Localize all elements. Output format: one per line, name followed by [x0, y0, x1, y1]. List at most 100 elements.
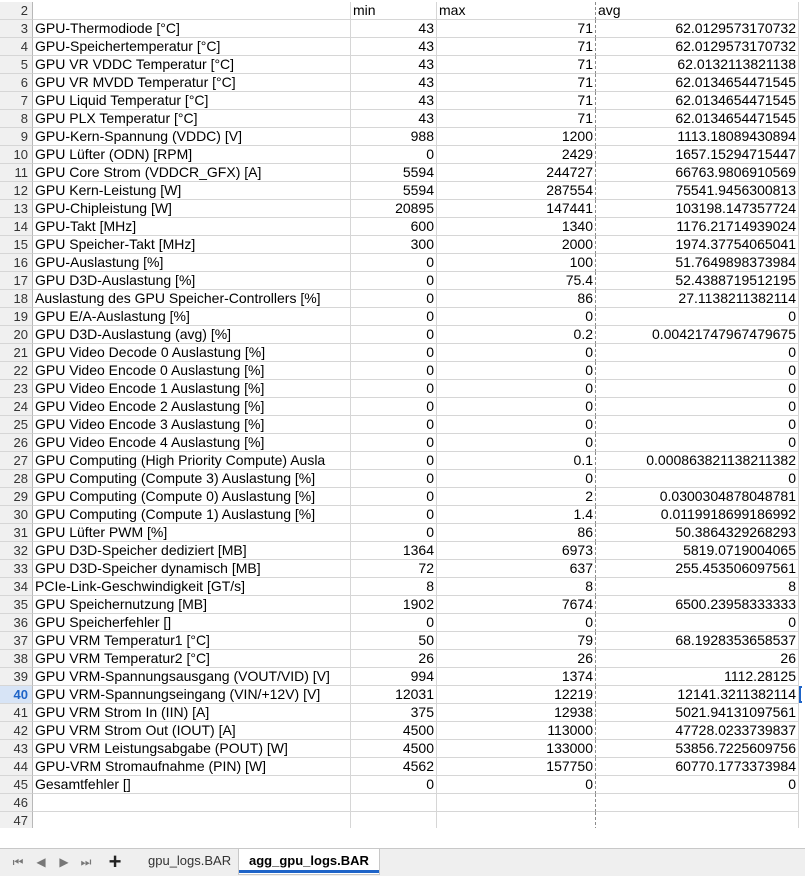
table-row[interactable]: 15 GPU Speicher-Takt [MHz] 300 2000 1974.377… — [0, 236, 805, 254]
row-header[interactable]: 25 — [0, 416, 33, 434]
row-header[interactable]: 14 — [0, 218, 33, 236]
cell-name[interactable]: GPU Video Encode 3 Auslastung [%] — [33, 416, 351, 434]
cell-avg[interactable]: 0 — [596, 398, 799, 416]
row-header[interactable]: 27 — [0, 452, 33, 470]
row-header[interactable]: 10 — [0, 146, 33, 164]
cell-max[interactable]: 26 — [437, 650, 596, 668]
cell-max[interactable]: 2429 — [437, 146, 596, 164]
cell-avg[interactable]: 62.0134654471545 — [596, 92, 799, 110]
row-header[interactable]: 46 — [0, 794, 33, 812]
table-row[interactable]: 9 GPU-Kern-Spannung (VDDC) [V] 988 1200 1113… — [0, 128, 805, 146]
cell-min[interactable]: 8 — [351, 578, 437, 596]
table-row[interactable]: 16 GPU-Auslastung [%] 0 100 51.7649898373984 — [0, 254, 805, 272]
cell-min[interactable]: 994 — [351, 668, 437, 686]
cell-min[interactable]: 0 — [351, 524, 437, 542]
cell-name[interactable]: GPU-Chipleistung [W] — [33, 200, 351, 218]
row-header[interactable]: 21 — [0, 344, 33, 362]
add-sheet-icon[interactable]: + — [103, 850, 127, 874]
table-row[interactable]: 7 GPU Liquid Temperatur [°C] 43 71 62.013465… — [0, 92, 805, 110]
cell-min[interactable]: 5594 — [351, 182, 437, 200]
cell-name[interactable]: GPU Video Encode 1 Auslastung [%] — [33, 380, 351, 398]
table-row[interactable]: 31 GPU Lüfter PWM [%] 0 86 50.3864329268293 — [0, 524, 805, 542]
cell-avg[interactable]: 103198.147357724 — [596, 200, 799, 218]
table-row[interactable]: 30 GPU Computing (Compute 1) Auslastung [… — [0, 506, 805, 524]
first-sheet-icon[interactable]: ⏮ — [10, 854, 26, 870]
cell-name[interactable]: GPU Kern-Leistung [W] — [33, 182, 351, 200]
table-row[interactable]: 39 GPU VRM-Spannungsausgang (VOUT/VID) [V… — [0, 668, 805, 686]
cell-max[interactable]: 1374 — [437, 668, 596, 686]
row-header[interactable]: 45 — [0, 776, 33, 794]
table-row[interactable]: 45 Gesamtfehler [] 0 0 0 — [0, 776, 805, 794]
cell-name[interactable]: GPU Liquid Temperatur [°C] — [33, 92, 351, 110]
cell-avg[interactable]: 27.1138211382114 — [596, 290, 799, 308]
cell-max[interactable]: 12219 — [437, 686, 596, 704]
cell-avg[interactable]: 62.0134654471545 — [596, 110, 799, 128]
cell-avg[interactable]: 1113.18089430894 — [596, 128, 799, 146]
table-row[interactable]: 14 GPU-Takt [MHz] 600 1340 1176.21714939024 — [0, 218, 805, 236]
cell-name[interactable]: GPU-VRM Stromaufnahme (PIN) [W] — [33, 758, 351, 776]
next-sheet-icon[interactable]: ▶ — [56, 854, 72, 870]
cell-avg[interactable]: 6500.23958333333 — [596, 596, 799, 614]
cell-name[interactable]: GPU E/A-Auslastung [%] — [33, 308, 351, 326]
row-header[interactable]: 39 — [0, 668, 33, 686]
cell-name[interactable]: GPU Video Encode 4 Auslastung [%] — [33, 434, 351, 452]
row-header[interactable]: 43 — [0, 740, 33, 758]
cell-max[interactable]: 1200 — [437, 128, 596, 146]
table-row[interactable]: 44 GPU-VRM Stromaufnahme (PIN) [W] 4562 157… — [0, 758, 805, 776]
cell-name[interactable]: GPU Speicherfehler [] — [33, 614, 351, 632]
row-header[interactable]: 13 — [0, 200, 33, 218]
cell-max[interactable]: 147441 — [437, 200, 596, 218]
cell-name[interactable]: GPU VRM-Spannungseingang (VIN/+12V) [V] — [33, 686, 351, 704]
row-header[interactable]: 3 — [0, 20, 33, 38]
cell-max[interactable]: 86 — [437, 524, 596, 542]
table-row[interactable]: 13 GPU-Chipleistung [W] 20895 147441 103198.… — [0, 200, 805, 218]
cell-min[interactable]: 0 — [351, 326, 437, 344]
cell-name[interactable]: GPU VRM-Spannungsausgang (VOUT/VID) [V] — [33, 668, 351, 686]
cell-avg[interactable]: 5819.0719004065 — [596, 542, 799, 560]
row-header[interactable]: 16 — [0, 254, 33, 272]
cell-avg[interactable]: 0 — [596, 614, 799, 632]
cell-avg[interactable]: 53856.7225609756 — [596, 740, 799, 758]
cell-min[interactable]: 5594 — [351, 164, 437, 182]
cell-avg[interactable]: 1176.21714939024 — [596, 218, 799, 236]
cell-avg[interactable]: 0 — [596, 434, 799, 452]
cell-min[interactable]: 43 — [351, 56, 437, 74]
row-header[interactable]: 32 — [0, 542, 33, 560]
table-row[interactable]: 11 GPU Core Strom (VDDCR_GFX) [A] 5594 2447… — [0, 164, 805, 182]
row-header[interactable]: 26 — [0, 434, 33, 452]
row-header[interactable]: 23 — [0, 380, 33, 398]
cell-avg[interactable]: 62.0132113821138 — [596, 56, 799, 74]
cell-min[interactable]: 0 — [351, 452, 437, 470]
row-header[interactable]: 8 — [0, 110, 33, 128]
cell-max[interactable]: 7674 — [437, 596, 596, 614]
row-header[interactable]: 6 — [0, 74, 33, 92]
cell-avg[interactable]: 62.0134654471545 — [596, 74, 799, 92]
table-row[interactable]: 23 GPU Video Encode 1 Auslastung [%] 0 0 0 — [0, 380, 805, 398]
table-row[interactable]: 8 GPU PLX Temperatur [°C] 43 71 62.013465447… — [0, 110, 805, 128]
cell-min[interactable]: 0 — [351, 434, 437, 452]
cell-min[interactable]: 0 — [351, 344, 437, 362]
row-header[interactable]: 15 — [0, 236, 33, 254]
cell-max[interactable]: 71 — [437, 74, 596, 92]
table-row[interactable]: 42 GPU VRM Strom Out (IOUT) [A] 4500 113000… — [0, 722, 805, 740]
row-header[interactable]: 42 — [0, 722, 33, 740]
cell-min[interactable]: 0 — [351, 254, 437, 272]
cell-max-header[interactable]: max — [437, 2, 596, 20]
row-header[interactable]: 33 — [0, 560, 33, 578]
row-header[interactable]: 5 — [0, 56, 33, 74]
table-row[interactable]: 22 GPU Video Encode 0 Auslastung [%] 0 0 0 — [0, 362, 805, 380]
cell-max[interactable]: 79 — [437, 632, 596, 650]
cell-name[interactable]: GPU Computing (Compute 3) Auslastung [%] — [33, 470, 351, 488]
cell-name[interactable]: GPU Computing (Compute 0) Auslastung [%] — [33, 488, 351, 506]
table-row[interactable]: 26 GPU Video Encode 4 Auslastung [%] 0 0 0 — [0, 434, 805, 452]
cell-max[interactable]: 637 — [437, 560, 596, 578]
cell-min[interactable]: 0 — [351, 308, 437, 326]
cell-avg[interactable]: 60770.1773373984 — [596, 758, 799, 776]
table-row[interactable]: 46 — [0, 794, 805, 812]
prev-sheet-icon[interactable]: ◀ — [33, 854, 49, 870]
row-header[interactable]: 30 — [0, 506, 33, 524]
cell-min[interactable]: 600 — [351, 218, 437, 236]
cell-min[interactable]: 50 — [351, 632, 437, 650]
sheet-tab-gpu-logs[interactable]: gpu_logs.BAR — [138, 849, 243, 875]
cell-min[interactable]: 4500 — [351, 740, 437, 758]
